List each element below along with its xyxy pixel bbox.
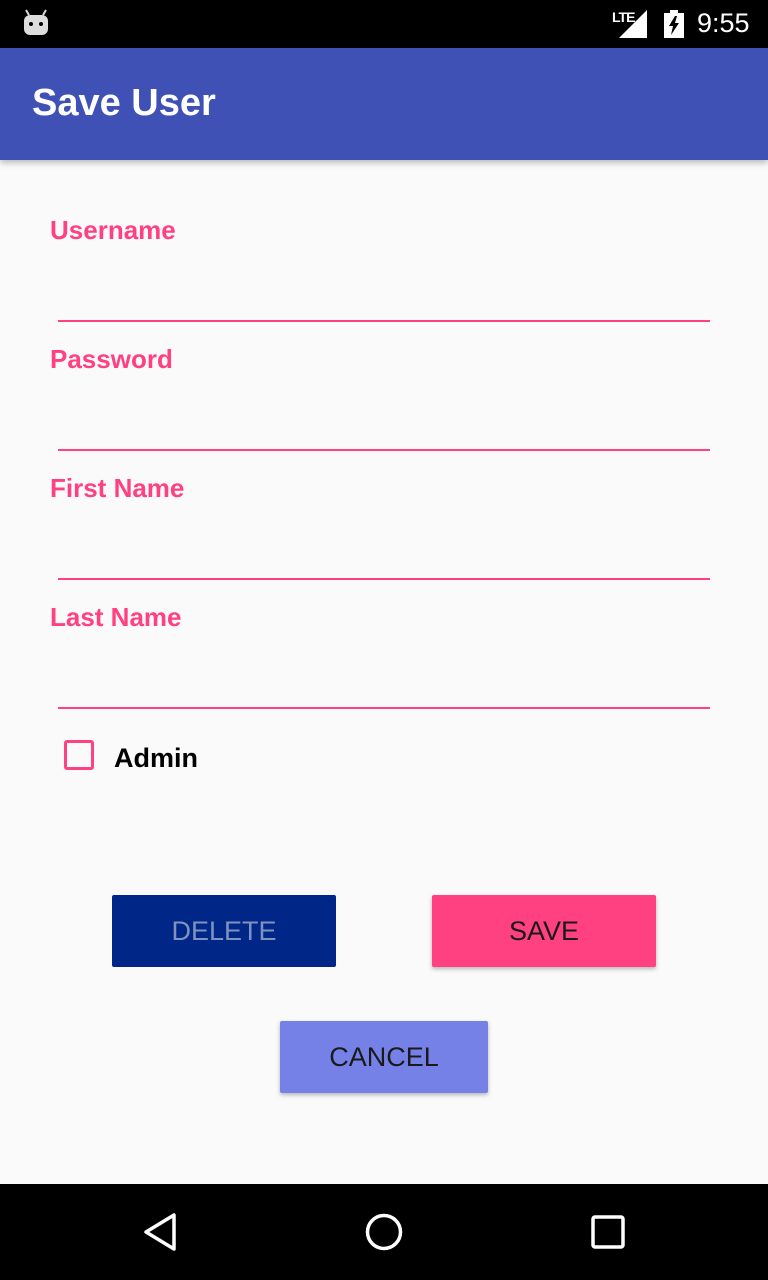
status-bar: LTE 9:55 — [0, 0, 768, 48]
navigation-bar — [0, 1184, 768, 1280]
first-name-label: First Name — [50, 473, 185, 503]
last-name-label: Last Name — [50, 602, 182, 632]
back-icon[interactable] — [140, 1212, 180, 1252]
recents-icon[interactable] — [588, 1212, 628, 1252]
username-label: Username — [50, 215, 176, 245]
delete-button[interactable]: DELETE — [112, 895, 336, 967]
app-bar: Save User — [0, 48, 768, 160]
page-title: Save User — [32, 82, 216, 124]
admin-checkbox-label[interactable]: Admin — [114, 743, 198, 774]
save-button[interactable]: SAVE — [432, 895, 656, 967]
cancel-button[interactable]: CANCEL — [280, 1021, 488, 1093]
clock: 9:55 — [697, 8, 750, 38]
battery-icon — [664, 10, 684, 38]
first-name-underline — [58, 578, 710, 580]
username-field[interactable] — [58, 272, 714, 320]
admin-checkbox[interactable] — [64, 740, 94, 770]
home-icon[interactable] — [364, 1212, 404, 1252]
signal-icon — [619, 10, 647, 38]
username-underline — [58, 320, 710, 322]
first-name-field[interactable] — [58, 530, 714, 578]
password-field[interactable] — [58, 401, 714, 449]
password-underline — [58, 449, 710, 451]
password-label: Password — [50, 344, 173, 374]
last-name-field[interactable] — [58, 659, 714, 707]
android-icon — [24, 9, 48, 35]
last-name-underline — [58, 707, 710, 709]
